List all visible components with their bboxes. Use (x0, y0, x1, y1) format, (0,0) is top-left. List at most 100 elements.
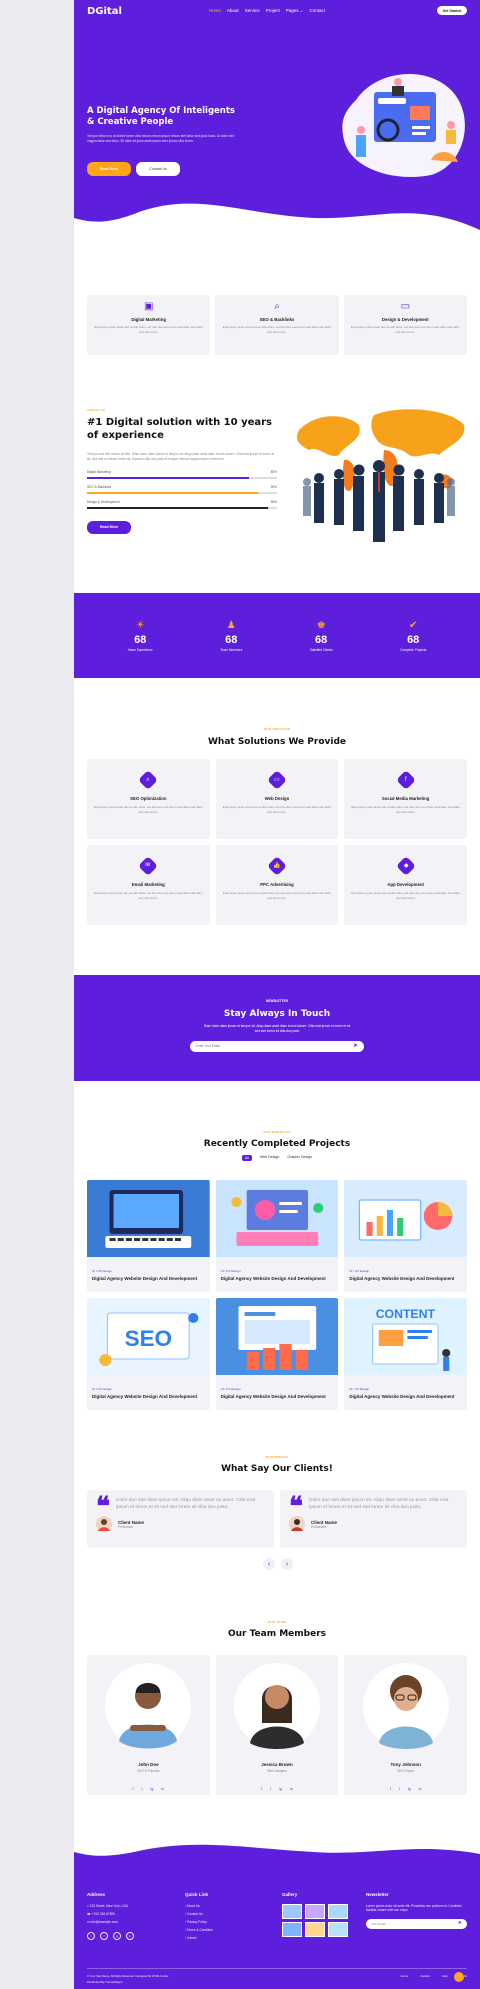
footer-bottom-link[interactable]: Home (401, 1974, 408, 1978)
projects-grid: UI / UX Design Digital Agency Website De… (87, 1180, 467, 1410)
instagram-icon[interactable]: ig (279, 1787, 282, 1791)
mail-icon: ✉ (87, 1920, 90, 1924)
footer-gallery: Gallery (282, 1892, 352, 1937)
instagram-icon[interactable]: ig (408, 1787, 411, 1791)
send-icon[interactable]: ➤ (353, 1042, 358, 1049)
facebook-icon[interactable]: f (390, 1787, 391, 1791)
gallery-thumb[interactable] (305, 1904, 325, 1919)
linkedin-icon[interactable]: in (419, 1787, 422, 1791)
service-card[interactable]: ✉ Email Marketing Erat ipsum justo amet … (87, 845, 210, 925)
twitter-icon[interactable]: t (270, 1787, 271, 1791)
project-card[interactable]: CONTENT UI / UX Design Digital Agency We… (344, 1298, 467, 1410)
client-role: Profession (118, 1524, 134, 1529)
feature-card[interactable]: ▭ Design & Development Erat ipsum justo … (343, 295, 467, 355)
project-card[interactable]: SEO UI / UX Design Digital Agency Websit… (87, 1298, 210, 1410)
project-card[interactable]: UI / UX Design Digital Agency Website De… (215, 1298, 339, 1410)
gallery-thumb[interactable] (328, 1904, 348, 1919)
filter-graphic-design[interactable]: Graphic Design (287, 1155, 312, 1161)
project-card[interactable]: UI / UX Design Digital Agency Website De… (344, 1180, 467, 1292)
services-tag: OUR SERVICES (263, 727, 291, 731)
linkedin-icon[interactable]: in (126, 1932, 134, 1940)
footer-email-input[interactable] (371, 1920, 446, 1927)
nav-home[interactable]: Home (209, 8, 221, 14)
nav-contact[interactable]: Contact (310, 8, 326, 14)
footer-bottom-link[interactable]: Cookies (420, 1974, 430, 1978)
footer-bottom-link[interactable]: Help (442, 1974, 448, 1978)
send-icon[interactable]: ➤ (458, 1920, 462, 1926)
feature-title: SEO & Backlinks (259, 317, 295, 322)
newsletter-email-input[interactable] (196, 1042, 346, 1050)
facebook-icon[interactable]: f (261, 1787, 262, 1791)
next-arrow-icon[interactable]: › (281, 1558, 293, 1570)
facebook-icon[interactable]: f (133, 1787, 134, 1791)
about-read-more-button[interactable]: Read More (87, 520, 131, 534)
nav-service[interactable]: Service (245, 8, 260, 14)
team-card[interactable]: Tony Johnson SEO Expert f t ig in (344, 1655, 468, 1795)
footer-quick-heading: Quick Link (185, 1892, 209, 1897)
back-to-top-button[interactable]: ↑ (454, 1972, 464, 1982)
gallery-thumb[interactable] (282, 1904, 302, 1919)
service-card[interactable]: ▭ Web Design Erat ipsum justo amet duo e… (215, 759, 339, 839)
nav-project[interactable]: Project (266, 8, 280, 14)
nav-pages[interactable]: Pages ⌄ (286, 8, 304, 14)
content-image-label: CONTENT (376, 1307, 436, 1321)
feature-card[interactable]: ▣ Digital Marketing Erat ipsum justo ame… (87, 295, 211, 355)
prev-arrow-icon[interactable]: ‹ (263, 1558, 275, 1570)
linkedin-icon[interactable]: in (290, 1787, 293, 1791)
twitter-icon[interactable]: t (399, 1787, 400, 1791)
team-photo (234, 1663, 320, 1749)
service-card[interactable]: f Social Media Marketing Erat ipsum just… (344, 759, 467, 839)
instagram-icon[interactable]: ig (151, 1787, 154, 1791)
twitter-icon[interactable]: t (142, 1787, 143, 1791)
skill-bar-fill (87, 506, 268, 509)
project-card[interactable]: UI / UX Design Digital Agency Website De… (87, 1180, 210, 1292)
member-name: Jessica Brown (261, 1762, 293, 1767)
project-image (215, 1298, 339, 1375)
service-desc: Erat ipsum justo amet duo et elitr dolor… (351, 891, 460, 900)
service-desc: Erat ipsum justo amet duo et elitr dolor… (94, 891, 203, 900)
footer-newsletter-heading: Newsletter (366, 1892, 389, 1897)
service-desc: Erat ipsum justo amet duo et elitr dolor… (222, 891, 332, 900)
service-card[interactable]: ◆ App Development Erat ipsum justo amet … (344, 845, 467, 925)
stat-item: ♟ 68 Team Members (220, 620, 242, 652)
linkedin-icon[interactable]: in (161, 1787, 164, 1791)
footer-link[interactable]: › Contact Us (185, 1912, 255, 1916)
avatar (96, 1516, 112, 1533)
feature-card[interactable]: ⌕ SEO & Backlinks Erat ipsum justo amet … (215, 295, 339, 355)
facebook-icon[interactable]: f (100, 1932, 108, 1940)
stat-item: ✔ 68 Complete Projects (400, 620, 426, 652)
footer: Address ⌖ 123 Street, New York, USA ☎ +0… (74, 1840, 480, 1989)
footer-link[interactable]: › Privacy Policy (185, 1920, 255, 1924)
app-icon: ◆ (403, 863, 408, 869)
footer-link[interactable]: › Career (185, 1936, 255, 1940)
phone-line: +012 345 67890 (91, 1912, 116, 1916)
filter-all[interactable]: All (241, 1155, 252, 1161)
get-started-button[interactable]: Get Started (437, 6, 467, 15)
team-card[interactable]: Jessica Brown Web Designer f t ig in (215, 1655, 339, 1795)
logo[interactable]: DGital (87, 6, 122, 17)
footer-link[interactable]: › About Us (185, 1904, 255, 1908)
hero-read-more-button[interactable]: Read More (87, 162, 131, 176)
gallery-thumb[interactable] (282, 1922, 302, 1937)
instagram-icon[interactable]: ig (113, 1932, 121, 1940)
nav-links: Home About Service Project Pages ⌄ Conta… (209, 8, 325, 14)
nav-about[interactable]: About (227, 8, 239, 14)
service-card[interactable]: ⌕ SEO Optimization Erat ipsum justo amet… (87, 759, 210, 839)
newsletter-tag: NEWSLETTER (266, 999, 288, 1003)
client-role: Profession (311, 1524, 327, 1529)
skill-percent: 95% (270, 499, 277, 504)
project-card[interactable]: UI / UX Design Digital Agency Website De… (215, 1180, 339, 1292)
hero-contact-button[interactable]: Contact Us (136, 162, 180, 176)
quote-icon: ❝ (289, 1492, 303, 1522)
service-card[interactable]: 👍 PPC Advertising Erat ipsum justo amet … (215, 845, 339, 925)
footer-link[interactable]: › Terms & Condition (185, 1928, 255, 1932)
about-section: ABOUT US #1 Digital solution with 10 yea… (87, 408, 277, 534)
gallery-thumb[interactable] (305, 1922, 325, 1937)
about-desc: Tempor erat elitr rebum at clita. Diam d… (87, 452, 275, 461)
team-card[interactable]: John Doe CEO & Founder f t ig in (87, 1655, 210, 1795)
hero-section: DGital Home About Service Project Pages … (74, 0, 480, 245)
testimonial-card: ❝ Dolor duo stet diam ipsum sit. Aliqu d… (87, 1490, 274, 1548)
filter-web-design[interactable]: Web Design (260, 1155, 280, 1161)
twitter-icon[interactable]: t (87, 1932, 95, 1940)
gallery-thumb[interactable] (328, 1922, 348, 1937)
